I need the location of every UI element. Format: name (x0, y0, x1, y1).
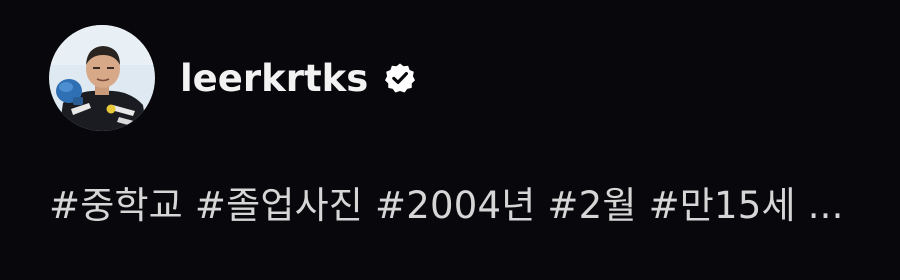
avatar[interactable] (49, 25, 155, 131)
separator (363, 184, 375, 227)
separator (637, 184, 649, 227)
post-header: leerkrtks (49, 25, 416, 131)
username[interactable]: leerkrtks (180, 60, 368, 97)
more-ellipsis[interactable]: ... (808, 184, 844, 227)
hashtag-link[interactable]: #2004년 (375, 184, 535, 227)
hashtag-link[interactable]: #2월 (547, 184, 636, 227)
verified-badge-icon (385, 63, 416, 93)
separator (796, 184, 808, 227)
hashtag-link[interactable]: #만15세 (649, 184, 796, 227)
post-card: leerkrtks #중학교 #졸업사진 #2004년 #2월 #만15세 ..… (0, 0, 900, 280)
hashtag-link[interactable]: #중학교 (49, 184, 183, 227)
separator (183, 184, 195, 227)
post-caption: #중학교 #졸업사진 #2004년 #2월 #만15세 ... (49, 182, 844, 230)
hashtag-link[interactable]: #졸업사진 (195, 184, 363, 227)
separator (535, 184, 547, 227)
